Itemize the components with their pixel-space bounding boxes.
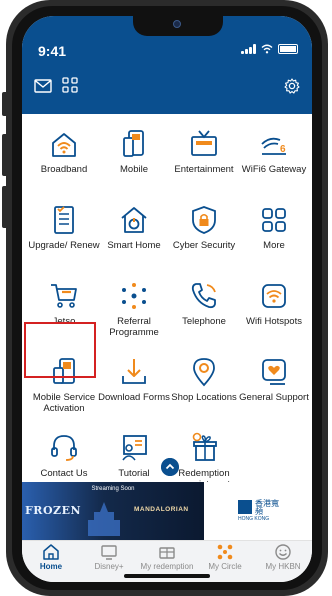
support-heart-icon (262, 359, 286, 385)
status-icons (241, 44, 298, 54)
telephone-icon (191, 283, 216, 309)
tile-upgrade-renew[interactable]: Upgrade/ Renew (28, 204, 100, 264)
tab-label: My redemption (140, 562, 194, 571)
volume-down-button (2, 186, 8, 228)
signal-icon (241, 44, 256, 54)
tutorial-board-icon (122, 435, 147, 461)
tile-label: Entertainment (174, 164, 234, 175)
tile-wifi-hotspots[interactable]: Wifi Hotspots (240, 280, 308, 340)
circle-network-icon (217, 544, 233, 560)
tile-label: Wifi Hotspots (246, 316, 302, 327)
tab-disney-plus[interactable]: Disney+ (80, 543, 138, 571)
tile-label: Smart Home (107, 240, 161, 251)
smiley-icon (275, 544, 291, 560)
router-wifi-icon (52, 133, 76, 157)
mandalorian-title-art: MANDALORIAN (134, 506, 189, 513)
phone-notch (133, 16, 223, 36)
tile-label: Contact Us (40, 468, 88, 479)
download-icon (122, 359, 146, 384)
tile-label: More (263, 240, 285, 251)
gear-icon[interactable] (284, 78, 300, 94)
castle-art-icon (88, 502, 120, 536)
tile-wifi6-gateway[interactable]: 6 WiFi6 Gateway (240, 128, 308, 188)
tile-entertainment[interactable]: Entertainment (170, 128, 238, 188)
home-icon (43, 544, 59, 560)
tv-icon (191, 130, 217, 156)
tile-label: Shop Locations (171, 392, 237, 403)
shield-lock-icon (192, 206, 216, 234)
tile-label: General Support (239, 392, 309, 403)
app-screen: 9:41 Broadband Mobile Entertainment 6 Wi… (22, 16, 312, 582)
gift-card-icon (159, 547, 175, 559)
tile-label: Download Forms (98, 392, 170, 403)
hkbn-logo-cn: 香港寬頻 (255, 499, 279, 516)
status-time: 9:41 (38, 43, 67, 59)
tv-stream-icon (101, 545, 117, 560)
tile-referral-programme[interactable]: Referral Programme (100, 280, 168, 340)
tab-my-hkbn[interactable]: My HKBN (254, 543, 312, 571)
headset-icon (51, 435, 77, 461)
tile-label: Cyber Security (172, 240, 236, 251)
battery-icon (278, 44, 298, 54)
tile-telephone[interactable]: Telephone (170, 280, 238, 340)
promo-banner[interactable]: Streaming Soon FROZEN MANDALORIAN 香港寬頻 H… (22, 482, 312, 540)
tile-label: Upgrade/ Renew (28, 240, 100, 251)
mail-icon[interactable] (34, 79, 52, 93)
highlight-box-mobile-service-activation (24, 322, 96, 378)
mobile-phone-icon (123, 130, 144, 157)
scroll-up-button[interactable] (161, 458, 179, 476)
wifi-hotspot-icon (262, 284, 286, 308)
tile-smart-home[interactable]: Smart Home (100, 204, 168, 264)
tile-label: Referral Programme (109, 316, 159, 338)
tab-label: Home (39, 562, 63, 571)
tile-shop-locations[interactable]: Shop Locations (170, 356, 238, 416)
hkbn-logo-en: HONG KONG (238, 516, 270, 522)
tile-label: Mobile Service Activation (32, 392, 96, 414)
tile-general-support[interactable]: General Support (239, 356, 309, 416)
mute-switch (2, 92, 8, 116)
banner-title: Streaming Soon (91, 486, 135, 492)
tab-label: Disney+ (94, 562, 124, 571)
smart-home-icon (121, 207, 147, 233)
shopping-cart-icon (51, 284, 77, 308)
tile-label: Mobile (120, 164, 148, 175)
frozen-title-art: FROZEN (25, 504, 82, 517)
tab-label: My Circle (208, 562, 242, 571)
document-check-icon (54, 206, 74, 234)
tile-mobile[interactable]: Mobile (100, 128, 168, 188)
tile-label: Telephone (182, 316, 226, 327)
tile-label: Broadband (40, 164, 88, 175)
tab-label: My HKBN (265, 562, 301, 571)
referral-network-icon (122, 283, 146, 309)
tile-download-forms[interactable]: Download Forms (98, 356, 170, 416)
gift-icon (192, 432, 217, 461)
home-indicator (124, 574, 210, 578)
tile-broadband[interactable]: Broadband (30, 128, 98, 188)
hkbn-logo: 香港寬頻 HONG KONG (238, 500, 284, 526)
volume-up-button (2, 134, 8, 176)
tab-my-redemption[interactable]: My redemption (138, 543, 196, 571)
tile-cyber-security[interactable]: Cyber Security (170, 204, 238, 264)
qr-scan-icon[interactable] (62, 77, 78, 93)
tile-label: Tutorial (118, 468, 150, 479)
wifi6-icon: 6 (261, 137, 286, 155)
tab-my-circle[interactable]: My Circle (196, 543, 254, 571)
grid-more-icon (262, 208, 286, 232)
tab-home[interactable]: Home (22, 543, 80, 571)
disney-streaming-banner[interactable]: Streaming Soon FROZEN MANDALORIAN (22, 482, 204, 540)
tile-label: WiFi6 Gateway (241, 164, 307, 175)
svg-text:6: 6 (280, 144, 286, 155)
tile-more[interactable]: More (240, 204, 308, 264)
location-pin-icon (193, 358, 215, 387)
wifi-status-icon (261, 44, 273, 54)
